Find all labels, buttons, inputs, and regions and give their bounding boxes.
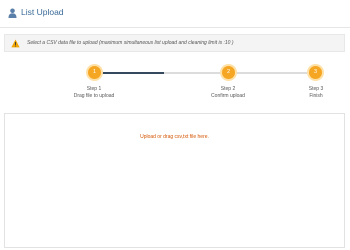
- step-1-label: Step 1 Drag file to upload: [64, 86, 124, 99]
- notice-text: Select a CSV data file to upload (maximu…: [27, 40, 234, 46]
- upload-stepper: 1 Step 1 Drag file to upload 2 Step 2 Co…: [0, 60, 350, 105]
- list-upload-page: List Upload Select a CSV data file to up…: [0, 0, 350, 250]
- page-title: List Upload: [21, 7, 64, 17]
- warning-icon: [11, 38, 20, 48]
- dropzone-text[interactable]: Upload or drag csv,txt file here.: [5, 134, 344, 140]
- progress-track-remaining: [164, 72, 314, 74]
- file-dropzone[interactable]: Upload or drag csv,txt file here.: [4, 113, 345, 248]
- step-1-subtitle: Drag file to upload: [73, 92, 115, 99]
- step-3-subtitle: Finish: [309, 92, 323, 99]
- panel-header: List Upload: [0, 0, 350, 28]
- step-3-badge: 3: [309, 66, 322, 79]
- progress-track-completed: [94, 72, 164, 74]
- step-2-subtitle: Confirm upload: [211, 92, 245, 99]
- notice-banner: Select a CSV data file to upload (maximu…: [4, 34, 345, 52]
- step-2-label: Step 2 Confirm upload: [198, 86, 258, 99]
- user-icon: [8, 8, 17, 18]
- step-2-badge: 2: [222, 66, 235, 79]
- step-1-badge: 1: [88, 66, 101, 79]
- step-3-label: Step 3 Finish: [296, 86, 336, 99]
